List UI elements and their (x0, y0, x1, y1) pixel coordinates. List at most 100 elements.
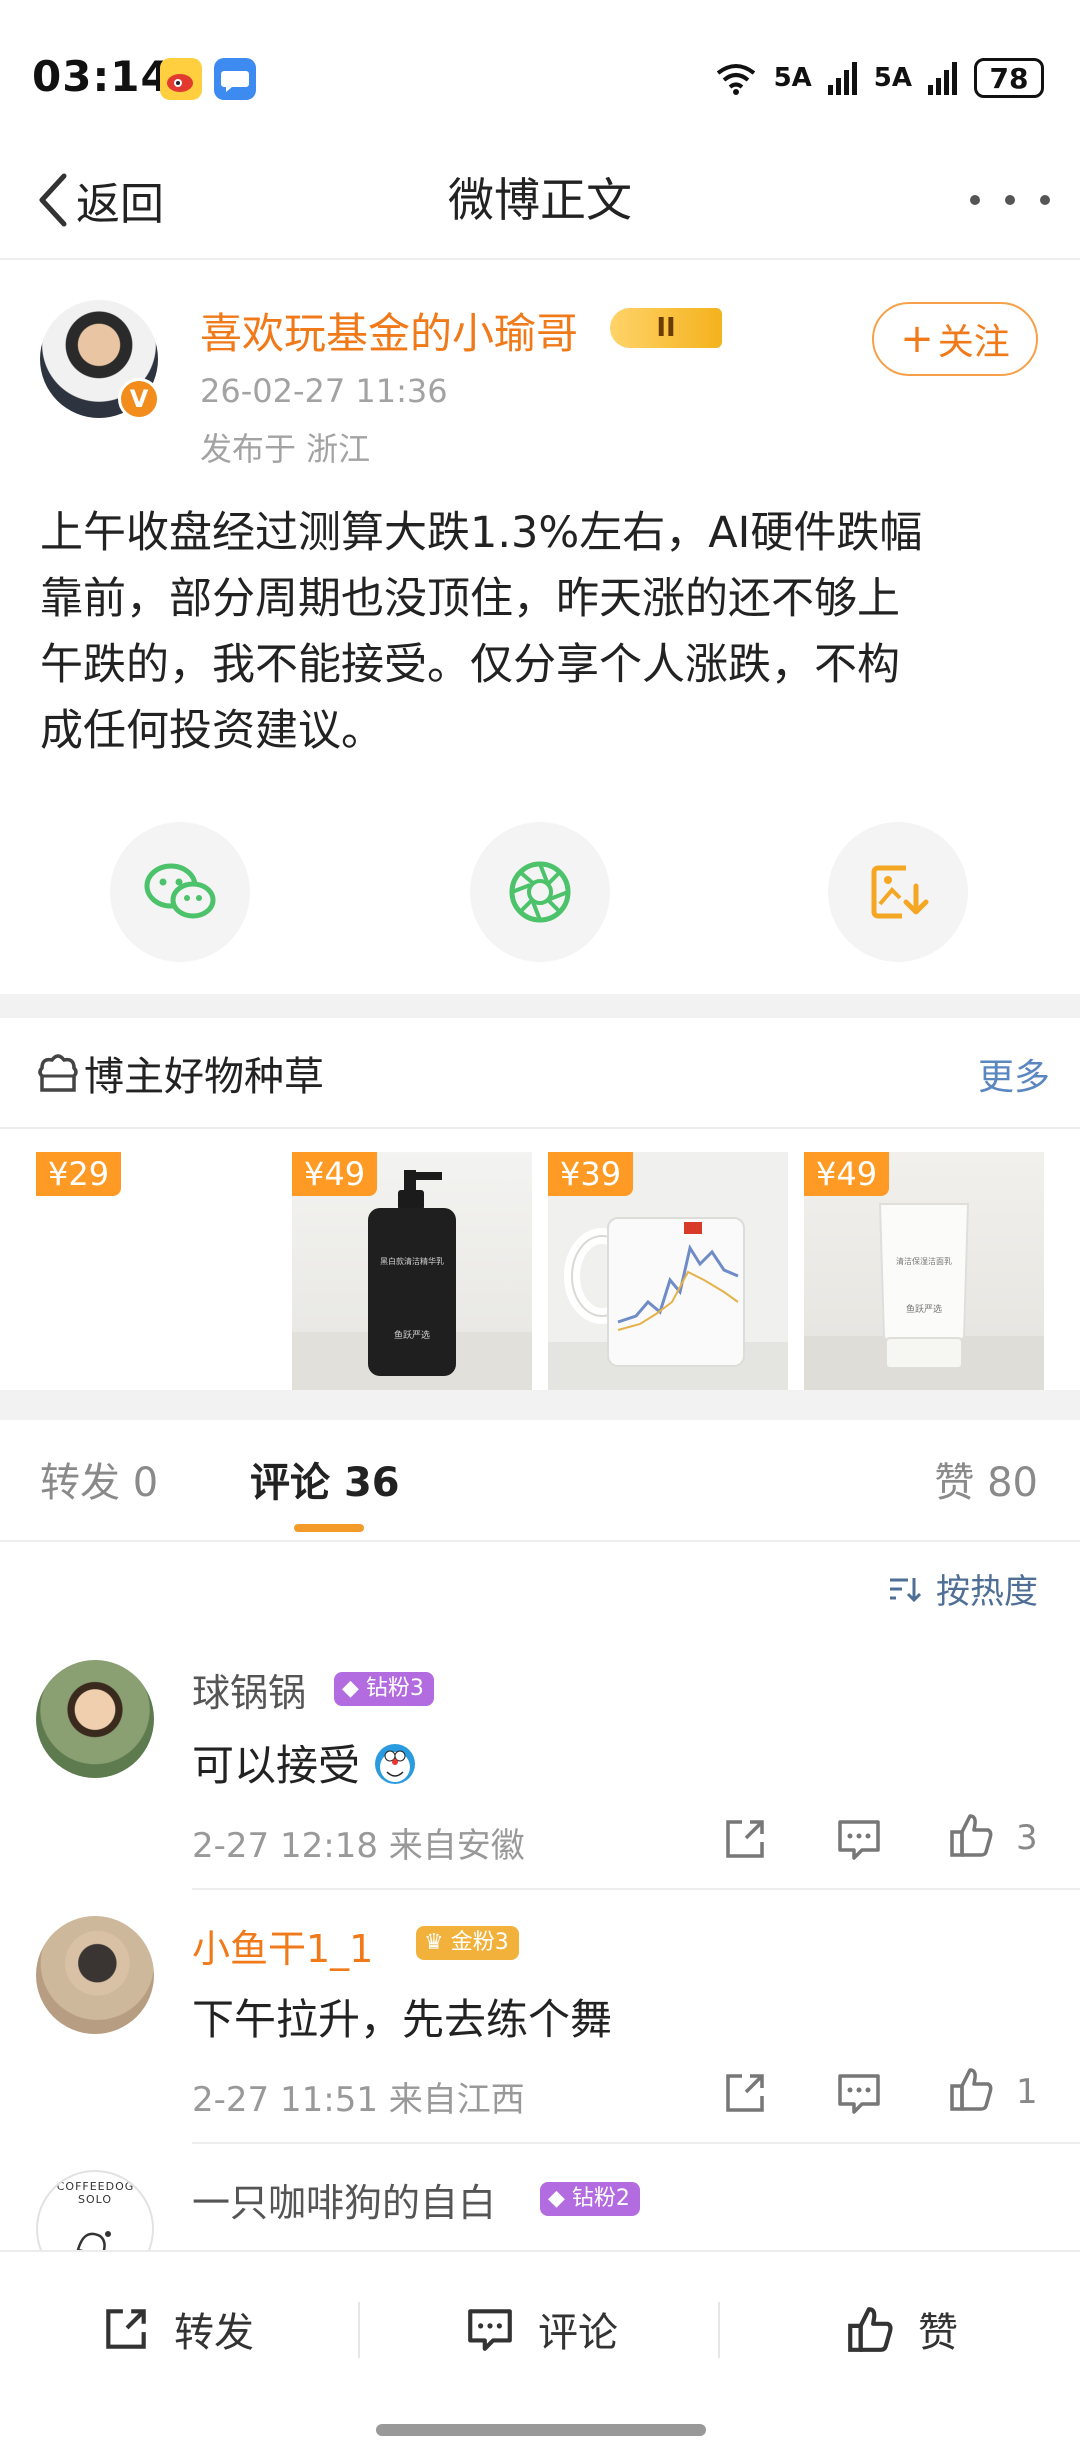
crown-level-badge: II (610, 308, 722, 348)
home-indicator[interactable] (376, 2424, 706, 2436)
post-text: 上午收盘经过测算大跌1.3%左右，AI硬件跌幅 靠前，部分周期也没顶住，昨天涨的… (40, 500, 1040, 764)
comment-reply-button[interactable] (834, 1814, 884, 1864)
comment-avatar[interactable] (36, 1660, 154, 1778)
share-out-icon (726, 1820, 764, 1858)
fan-badge-label: 钻粉3 (365, 1676, 424, 1701)
products-header: 博主好物种草 更多 (0, 1010, 1080, 1130)
dot-icon (970, 195, 980, 205)
comment-like-button[interactable] (946, 1810, 996, 1860)
section-gap (0, 1390, 1080, 1420)
signal-bars-icon (827, 62, 857, 95)
products-more-link[interactable]: 更多 (978, 1048, 1050, 1100)
nav-bar: 微博正文 返回 (0, 140, 1080, 260)
more-options-button[interactable] (970, 170, 1050, 230)
chevron-left-icon (39, 173, 67, 227)
message-notification-icon (214, 58, 256, 100)
sort-icon (890, 1577, 922, 1602)
product-brand: 鱼跃严选 (905, 1305, 942, 1315)
thumbs-up-icon (950, 2068, 993, 2111)
post-time: 26-02-27 11:36 (200, 372, 448, 410)
comment-icon (838, 2074, 880, 2114)
comment-avatar[interactable] (36, 1916, 154, 2034)
tabs-divider (0, 1540, 1080, 1542)
fan-badge-label: 金粉3 (450, 1930, 509, 1955)
share-wechat-button[interactable] (110, 822, 250, 962)
bottom-divider (358, 2302, 360, 2358)
comment-icon (468, 2309, 512, 2351)
avatar-text: A COFFEEDOG'S SOLO (43, 2180, 147, 2206)
comment-button[interactable]: 评论 (464, 2294, 618, 2364)
save-image-button[interactable] (828, 822, 968, 962)
tab-likes[interactable]: 赞 80 (934, 1450, 1038, 1508)
fan-level-badge: ◆ 钻粉2 (540, 2182, 640, 2216)
comment-text-content: 可以接受 (192, 1741, 361, 1790)
thumbs-up-icon (848, 2307, 893, 2352)
post-text-line: 午跌的，我不能接受。仅分享个人涨跌，不构 (40, 640, 900, 690)
signal-2-label: 5A (873, 63, 912, 93)
product-card[interactable]: ¥39 (548, 1152, 788, 1390)
product-card[interactable]: 清洁保湿洁面乳 鱼跃严选 ¥49 (804, 1152, 1044, 1390)
tab-repost[interactable]: 转发 0 (40, 1450, 158, 1508)
doraemon-emoji-icon (375, 1744, 416, 1784)
crown-icon: ♛ (424, 1930, 444, 1955)
comment-username[interactable]: 一只咖啡狗的自白 (192, 2172, 496, 2227)
follow-label: 关注 (937, 322, 1010, 363)
shop-icon (38, 1054, 78, 1092)
bottom-action-bar: 转发 评论 赞 (0, 2250, 1080, 2449)
product-label: 黑白款清洁精华乳 (380, 1257, 444, 1266)
sort-button[interactable]: 按热度 (888, 1564, 1038, 1613)
post-text-line: 上午收盘经过测算大跌1.3%左右，AI硬件跌幅 (40, 508, 923, 558)
product-label: 清洁保湿洁面乳 (896, 1257, 952, 1266)
comment-repost-button[interactable] (720, 2068, 770, 2118)
comment-username[interactable]: 球锅锅 (192, 1662, 306, 1717)
like-button[interactable]: 赞 (844, 2294, 958, 2364)
price-tag: ¥49 (292, 1152, 378, 1196)
back-button[interactable]: 返回 (36, 160, 164, 240)
thumbs-up-icon (950, 1814, 993, 1857)
repost-label: 转发 (174, 2310, 254, 2356)
price-tag: ¥49 (804, 1152, 890, 1196)
dot-icon (1005, 195, 1015, 205)
active-tab-indicator (294, 1524, 364, 1532)
author-name[interactable]: 喜欢玩基金的小瑜哥 (200, 300, 578, 361)
signal-1-label: 5A (773, 63, 812, 93)
dot-icon (1040, 195, 1050, 205)
tab-comments-count: 36 (343, 1460, 400, 1506)
wechat-icon (144, 863, 216, 919)
comment-like-count: 1 (1016, 2072, 1038, 2112)
comment-text: 下午拉升，先去练个舞 (192, 1995, 613, 2044)
plus-icon: + (900, 316, 934, 362)
comment-reply-button[interactable] (834, 2068, 884, 2118)
fan-level-badge: ♛ 金粉3 (416, 1926, 519, 1960)
follow-button[interactable]: + 关注 (872, 302, 1038, 376)
signal-bars-icon (928, 62, 957, 95)
comment-label: 评论 (538, 2310, 618, 2356)
product-card[interactable]: ¥29 (36, 1152, 276, 1390)
moments-icon (509, 861, 571, 923)
back-label: 返回 (76, 179, 164, 230)
battery-indicator: 78 (974, 58, 1044, 98)
comment-like-count: 3 (1016, 1818, 1038, 1858)
sort-label: 按热度 (936, 1572, 1038, 1612)
comment-divider (192, 2142, 1080, 2144)
status-time: 03:14 (32, 52, 171, 101)
tab-comments[interactable]: 评论 36 (250, 1450, 400, 1508)
comment-icon (838, 1820, 880, 1860)
share-moments-button[interactable] (470, 822, 610, 962)
comment-divider (192, 1888, 1080, 1890)
comment-meta: 2-27 11:51 来自江西 (192, 2080, 525, 2120)
comment-username[interactable]: 小鱼干1_1 (192, 1918, 373, 1973)
status-indicators: 5A 5A 78 (714, 58, 1044, 98)
comment-meta: 2-27 12:18 来自安徽 (192, 1826, 525, 1866)
fan-level-badge: ◆ 钻粉3 (334, 1672, 434, 1706)
wifi-icon (716, 64, 755, 95)
post-text-line: 靠前，部分周期也没顶住，昨天涨的还不够上 (40, 574, 900, 624)
share-out-icon (726, 2074, 764, 2112)
comment-repost-button[interactable] (720, 1814, 770, 1864)
like-label: 赞 (918, 2310, 958, 2356)
comment-like-button[interactable] (946, 2064, 996, 2114)
repost-button[interactable]: 转发 (100, 2294, 254, 2364)
product-card[interactable]: 黑白款清洁精华乳 鱼跃严选 ¥49 (292, 1152, 532, 1390)
bottom-divider (718, 2302, 720, 2358)
fan-badge-label: 钻粉2 (571, 2186, 630, 2211)
